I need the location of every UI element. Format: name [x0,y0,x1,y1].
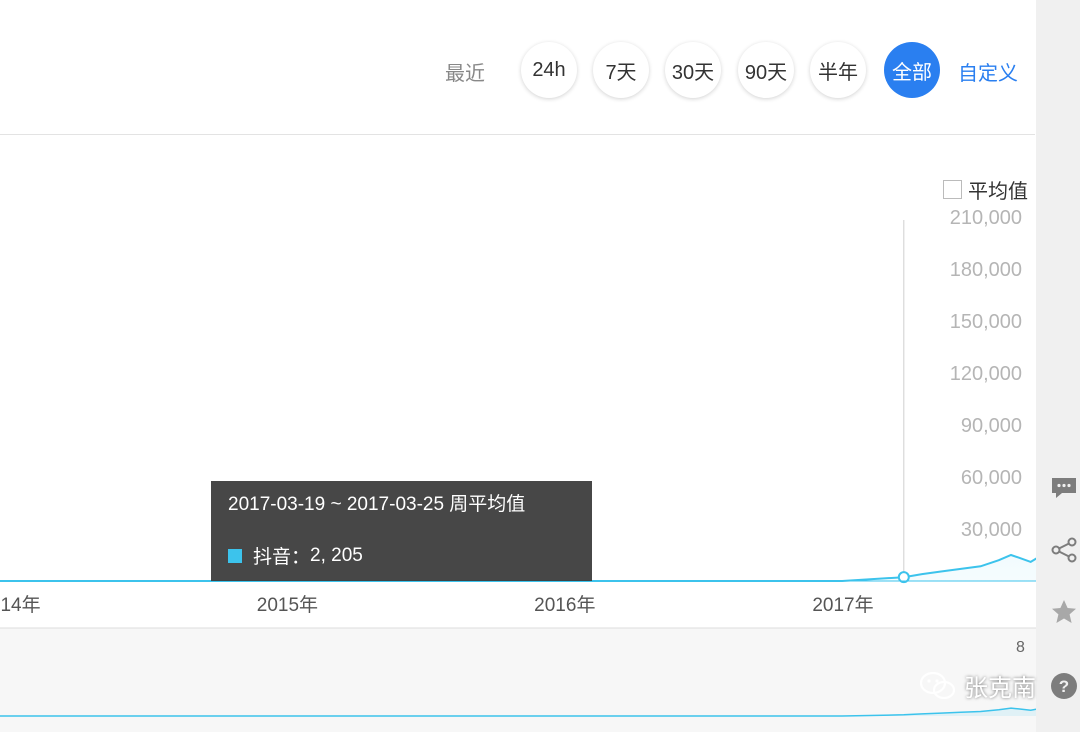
y-tick-label: 180,000 [950,259,1022,281]
comment-icon[interactable] [1048,472,1080,504]
y-tick-label: 90,000 [961,415,1022,437]
x-tick-label: 2015年 [257,594,318,616]
y-tick-label: 30,000 [961,519,1022,541]
x-tick-label: 2017年 [812,594,873,616]
chart-tooltip: 2017-03-19 ~ 2017-03-25 周平均值 抖音： 2, 205 [211,481,592,581]
share-icon[interactable] [1048,534,1080,566]
y-tick-label: 60,000 [961,467,1022,489]
tooltip-value: 2, 205 [310,544,363,566]
overview-label: 8 [1016,639,1025,656]
trend-chart: 30,000 60,000 90,000 120,000 150,000 180,000 2… [0,207,1036,732]
help-icon[interactable]: ? [1048,670,1080,702]
x-axis-ticks: 2014年 2015年 2016年 2017年 [0,594,874,616]
tooltip-row: 抖音： 2, 205 [228,542,575,569]
tooltip-title: 2017-03-19 ~ 2017-03-25 周平均值 [228,494,526,515]
x-tick-label: 2014年 [0,594,41,616]
y-tick-label: 210,000 [950,207,1022,229]
x-tick-label: 2016年 [534,594,595,616]
watermark: 张克南 [918,668,1036,703]
tooltip-series-label: 抖音： [253,547,311,568]
y-tick-label: 150,000 [950,311,1022,333]
y-tick-label: 120,000 [950,363,1022,385]
y-axis-ticks: 30,000 60,000 90,000 120,000 150,000 180,000 2… [950,207,1022,541]
star-icon[interactable] [1048,596,1080,628]
svg-text:?: ? [1059,677,1069,696]
series-swatch [228,548,242,563]
wechat-logo-icon [919,671,956,699]
watermark-text: 张克南 [964,675,1036,702]
